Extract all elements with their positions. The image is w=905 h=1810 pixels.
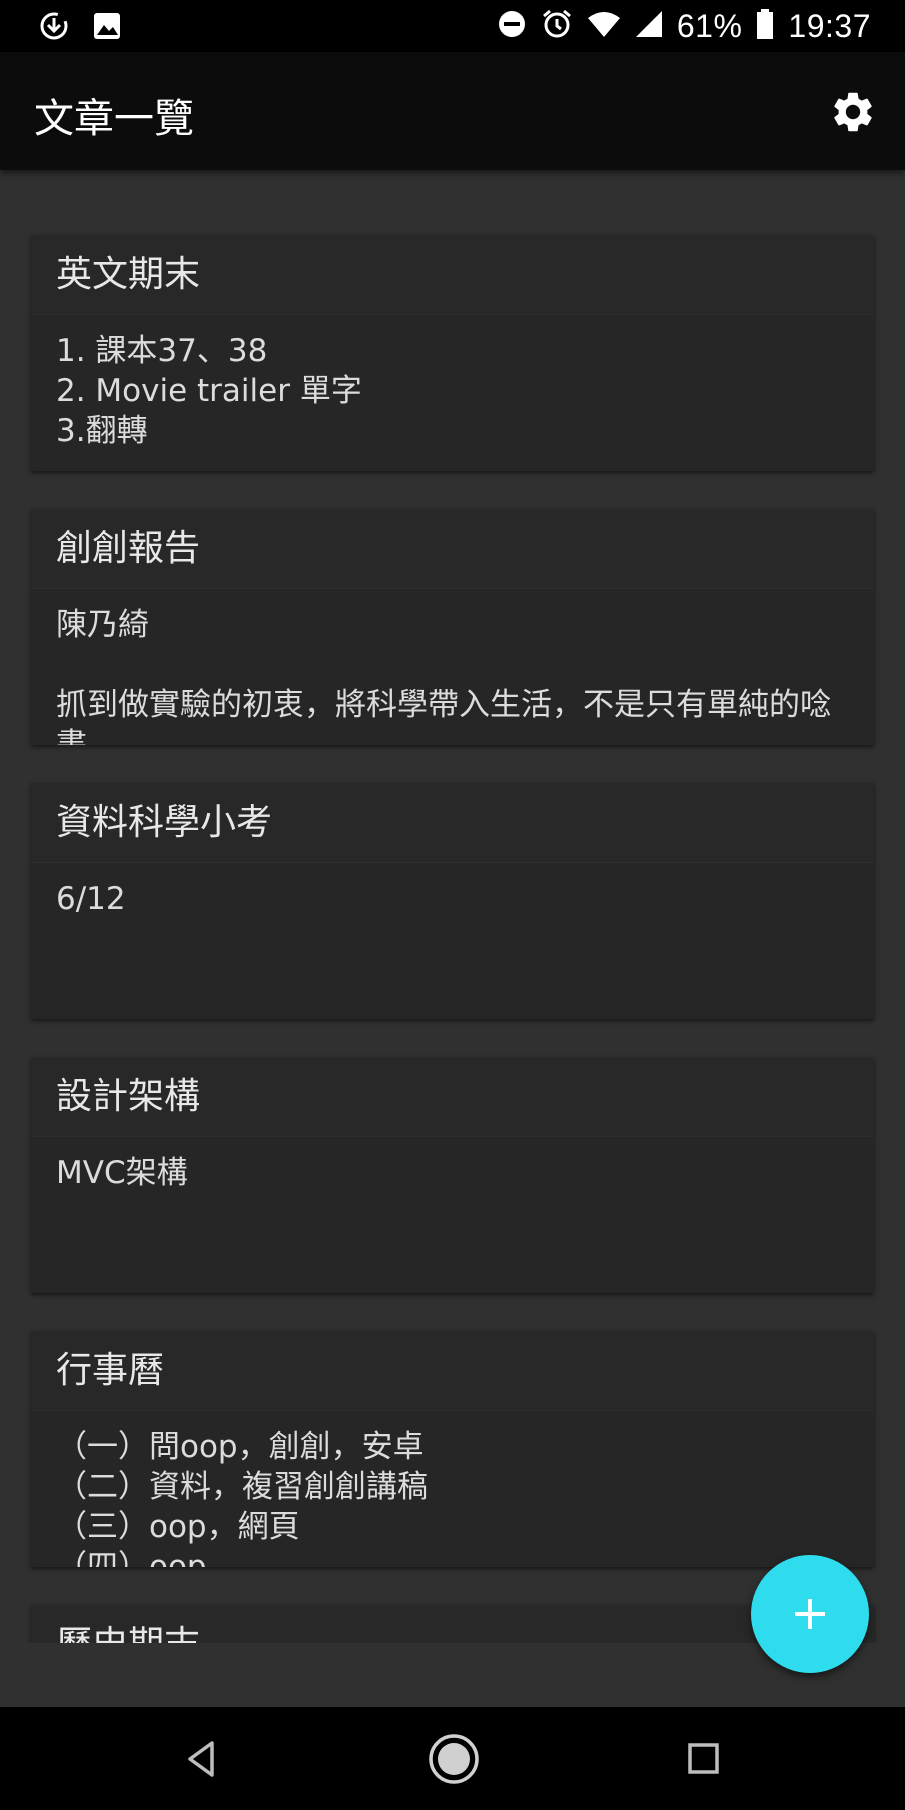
home-icon [429,1734,479,1784]
article-body: 1. 課本37、38 2. Movie trailer 單字 3.翻轉 [56,333,362,449]
page-title: 文章一覽 [34,96,194,142]
article-card[interactable]: 行事曆 （一）問oop，創創，安卓 （二）資料，複習創創講稿 （三）oop，網頁… [31,1331,874,1567]
article-body: 6/12 [56,881,126,917]
article-title: 設計架構 [31,1057,874,1137]
alarm-icon [541,8,573,44]
article-card[interactable]: 歷史期末 [31,1605,874,1643]
article-body: （一）問oop，創創，安卓 （二）資料，複習創創講稿 （三）oop，網頁 （四）… [56,1429,428,1567]
article-list[interactable]: 英文期末 1. 課本37、38 2. Movie trailer 單字 3.翻轉… [0,170,905,1643]
battery-icon [756,8,774,44]
clock: 19:37 [788,7,871,44]
article-title: 行事曆 [31,1331,874,1411]
wifi-icon [587,10,621,42]
article-title: 歷史期末 [31,1605,874,1643]
app-bar: 文章一覽 [0,52,905,170]
article-card[interactable]: 資料科學小考 6/12 [31,783,874,1019]
plus-icon [795,1599,825,1629]
back-button[interactable] [176,1733,228,1785]
recents-button[interactable] [678,1733,730,1785]
article-card[interactable]: 創創報告 陳乃綺 抓到做實驗的初衷，將科學帶入生活，不是只有單純的唸書 [31,509,874,745]
article-title: 資料科學小考 [31,783,874,863]
settings-button[interactable] [829,88,877,136]
dnd-icon [497,9,527,43]
navigation-bar [0,1707,905,1810]
article-card[interactable]: 英文期末 1. 課本37、38 2. Movie trailer 單字 3.翻轉 [31,235,874,471]
article-title: 創創報告 [31,509,874,589]
home-button[interactable] [426,1731,482,1787]
gear-icon [834,92,872,132]
article-body: 陳乃綺 抓到做實驗的初衷，將科學帶入生活，不是只有單純的唸書 [56,607,831,745]
article-body: MVC架構 [56,1155,188,1191]
add-article-button[interactable] [751,1555,869,1673]
signal-icon [635,10,663,42]
battery-percent: 61% [676,7,743,44]
article-title: 英文期末 [31,235,874,315]
status-bar: 61% 19:37 [0,0,905,52]
article-card[interactable]: 設計架構 MVC架構 [31,1057,874,1293]
recents-icon [688,1743,719,1774]
back-icon [188,1741,214,1777]
image-icon [92,11,122,45]
download-icon [38,10,70,46]
